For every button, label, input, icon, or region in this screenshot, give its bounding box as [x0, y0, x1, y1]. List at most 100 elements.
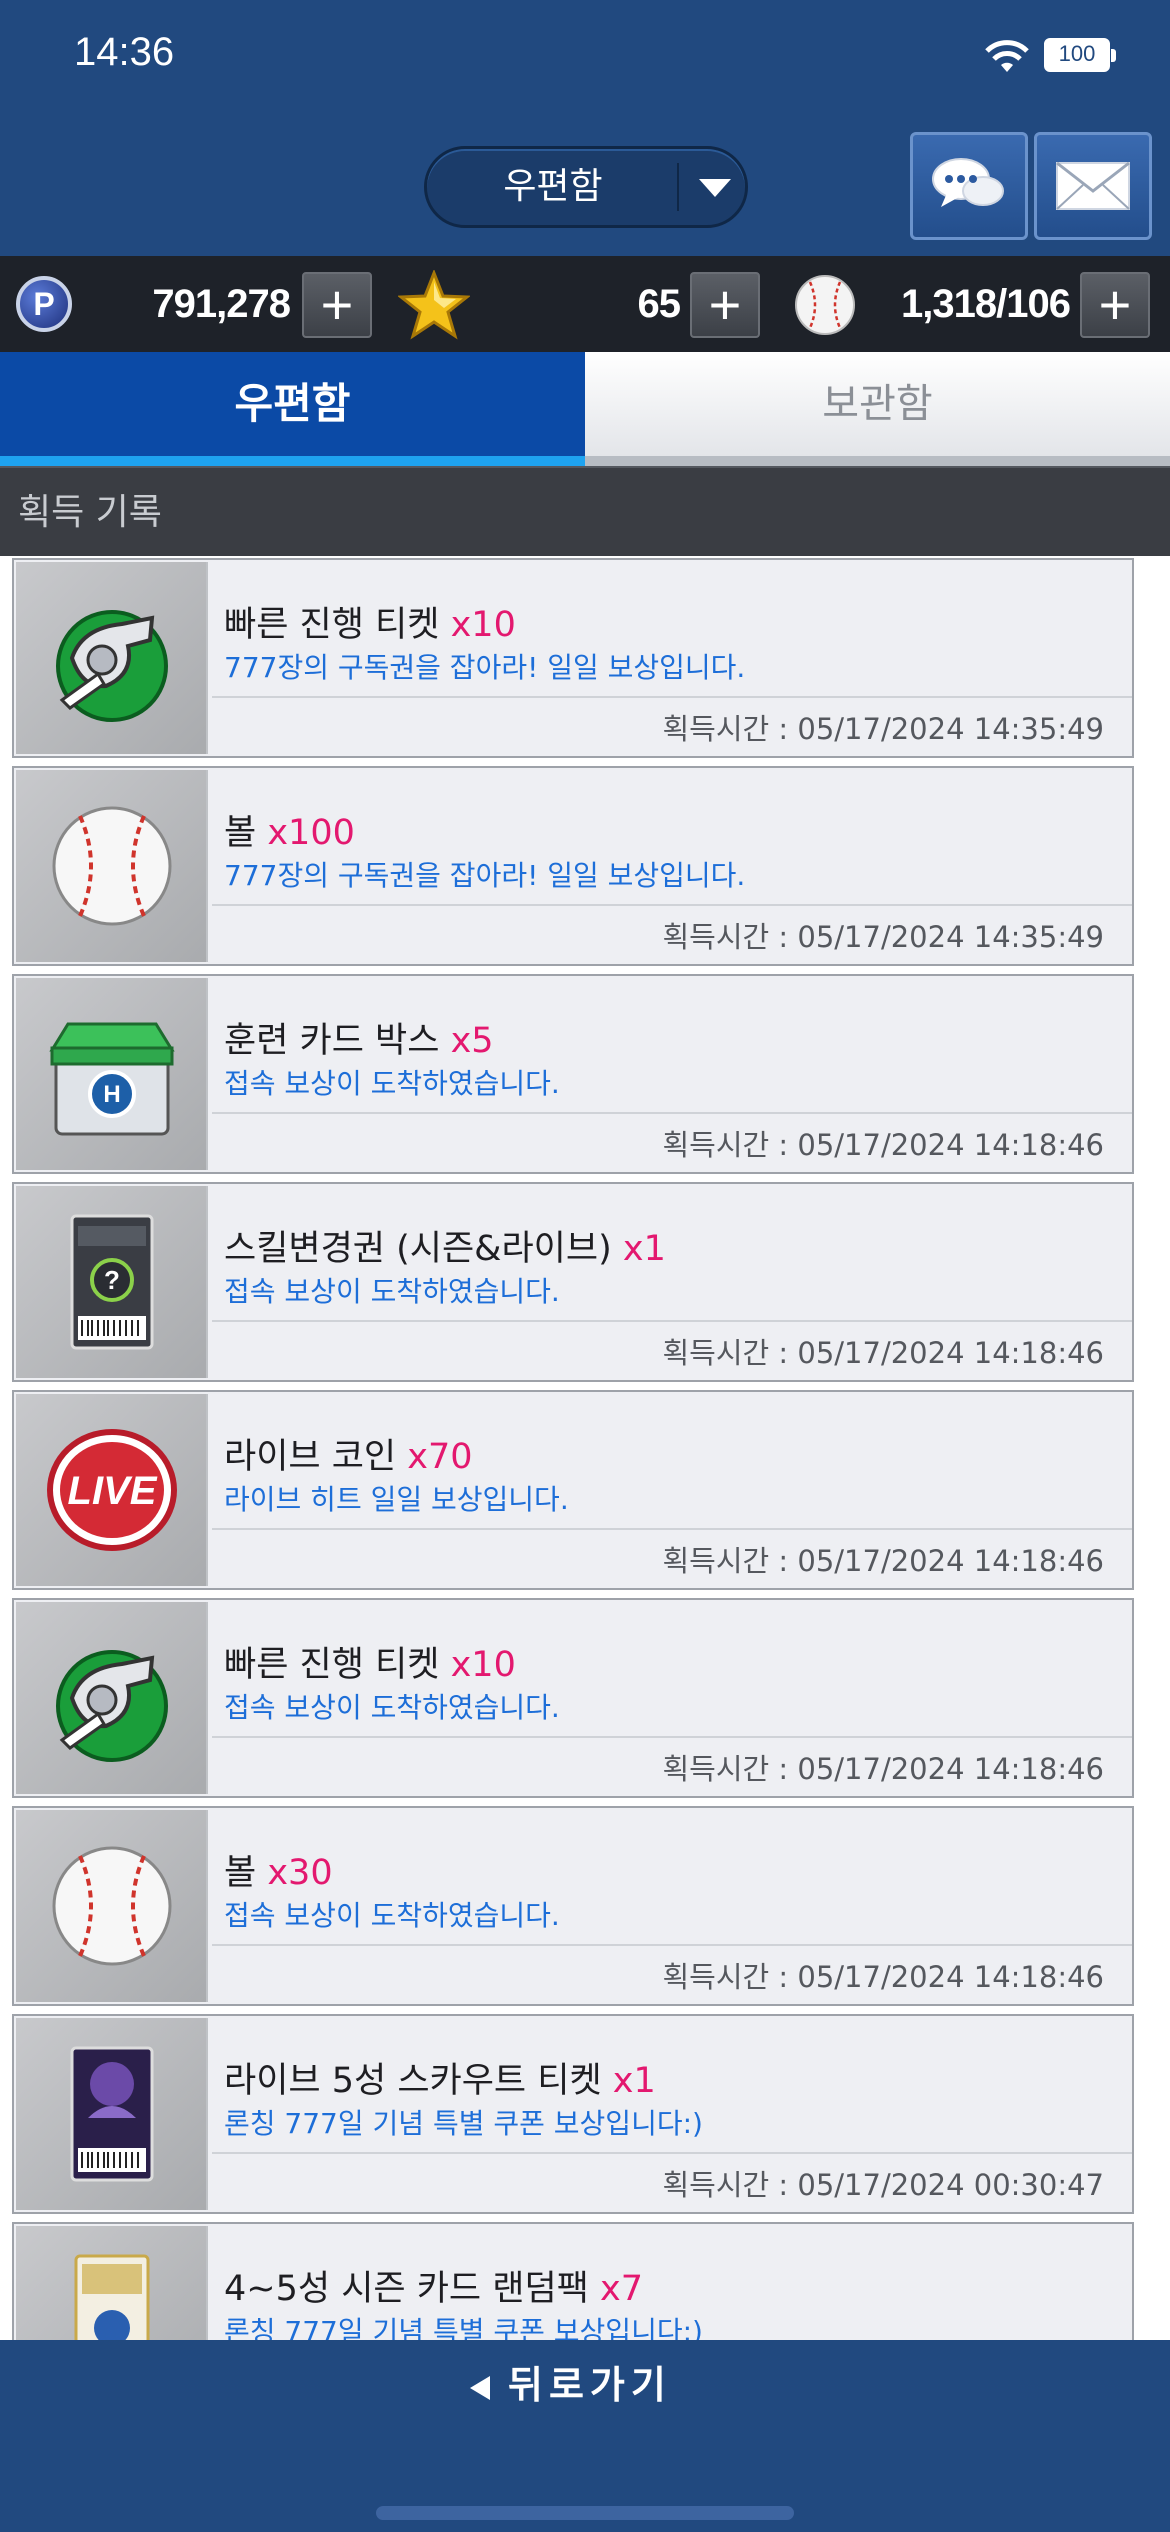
add-balls-button[interactable]: +	[1080, 272, 1150, 338]
stars-value: 65	[637, 282, 682, 326]
whistle-icon	[56, 1650, 168, 1762]
wifi-icon	[985, 40, 1029, 72]
item-thumbnail	[16, 1602, 208, 1794]
item-thumbnail: ?	[16, 1186, 208, 1378]
item-name: 빠른 진행 티켓 x10	[224, 605, 516, 645]
item-divider	[212, 1112, 1132, 1114]
item-acquired-time: 획득시간 : 05/17/2024 14:18:46	[662, 1960, 1104, 1994]
item-divider	[212, 696, 1132, 698]
item-description: 777장의 구독권을 잡아라! 일일 보상입니다.	[224, 859, 746, 892]
item-description: 론칭 777일 기념 특별 쿠폰 보상입니다:)	[224, 2315, 703, 2340]
card-pack-icon	[74, 2254, 150, 2340]
item-thumbnail	[16, 770, 208, 962]
item-name: 볼 x30	[224, 1853, 333, 1893]
item-thumbnail	[16, 2226, 208, 2340]
skill-change-ticket-icon: ?	[70, 1214, 154, 1350]
bottom-bar: 뒤로가기	[0, 2340, 1170, 2532]
item-thumbnail: H	[16, 978, 208, 1170]
item-acquired-time: 획득시간 : 05/17/2024 14:18:46	[662, 1544, 1104, 1578]
item-name: 라이브 5성 스카우트 티켓 x1	[224, 2061, 656, 2101]
item-quantity: x1	[622, 1229, 666, 1269]
item-thumbnail: LIVE	[16, 1394, 208, 1586]
point-coin-icon: P	[16, 276, 72, 332]
currency-bar: P 791,278 + 65 + 1,318/106 +	[0, 256, 1170, 352]
item-acquired-time: 획득시간 : 05/17/2024 14:35:49	[662, 920, 1104, 954]
list-item[interactable]: LIVE 라이브 코인 x70 라이브 히트 일일 보상입니다. 획득시간 : …	[12, 1390, 1134, 1590]
item-acquired-time: 획득시간 : 05/17/2024 14:18:46	[662, 1336, 1104, 1370]
item-acquired-time: 획득시간 : 05/17/2024 14:18:46	[662, 1128, 1104, 1162]
section-title: 획득 기록	[18, 492, 162, 533]
item-divider	[212, 2152, 1132, 2154]
item-name: 스킬변경권 (시즌&라이브) x1	[224, 1229, 666, 1269]
item-description: 777장의 구독권을 잡아라! 일일 보상입니다.	[224, 651, 746, 684]
home-indicator[interactable]	[376, 2506, 794, 2520]
item-divider	[212, 1320, 1132, 1322]
item-quantity: x30	[267, 1853, 333, 1893]
section-header: 획득 기록	[0, 466, 1170, 556]
status-time: 14:36	[74, 30, 175, 74]
item-quantity: x7	[599, 2269, 643, 2309]
item-acquired-time: 획득시간 : 05/17/2024 14:18:46	[662, 1752, 1104, 1786]
list-item[interactable]: 4~5성 시즌 카드 랜덤팩 x7 론칭 777일 기념 특별 쿠폰 보상입니다…	[12, 2222, 1134, 2340]
baseball-icon	[52, 1846, 172, 1966]
add-stars-button[interactable]: +	[690, 272, 760, 338]
list-item[interactable]: 빠른 진행 티켓 x10 접속 보상이 도착하였습니다. 획득시간 : 05/1…	[12, 1598, 1134, 1798]
scout-ticket-icon	[70, 2046, 154, 2182]
item-thumbnail	[16, 1810, 208, 2002]
item-acquired-time: 획득시간 : 05/17/2024 14:35:49	[662, 712, 1104, 746]
list-item[interactable]: 빠른 진행 티켓 x10 777장의 구독권을 잡아라! 일일 보상입니다. 획…	[12, 558, 1134, 758]
item-description: 접속 보상이 도착하였습니다.	[224, 1691, 560, 1724]
battery-icon: 100	[1044, 38, 1116, 72]
list-item[interactable]: 볼 x30 접속 보상이 도착하였습니다. 획득시간 : 05/17/2024 …	[12, 1806, 1134, 2006]
item-acquired-time: 획득시간 : 05/17/2024 00:30:47	[662, 2168, 1104, 2202]
item-description: 접속 보상이 도착하였습니다.	[224, 1899, 560, 1932]
tab-bar: 우편함 보관함	[0, 352, 1170, 466]
mailbox-dropdown[interactable]: 우편함	[424, 146, 748, 228]
back-label: 뒤로가기	[508, 2363, 672, 2407]
list-item[interactable]: 라이브 5성 스카우트 티켓 x1 론칭 777일 기념 특별 쿠폰 보상입니다…	[12, 2014, 1134, 2214]
item-divider	[212, 1528, 1132, 1530]
tab-mailbox[interactable]: 우편함	[0, 352, 585, 466]
item-description: 접속 보상이 도착하였습니다.	[224, 1275, 560, 1308]
item-quantity: x5	[450, 1021, 494, 1061]
training-box-icon: H	[49, 1022, 175, 1136]
whistle-icon	[56, 610, 168, 722]
envelope-icon	[1056, 161, 1130, 210]
item-quantity: x100	[267, 813, 355, 853]
item-name: 4~5성 시즌 카드 랜덤팩 x7	[224, 2269, 643, 2309]
svg-text:?: ?	[104, 1265, 120, 1295]
tab-storage[interactable]: 보관함	[585, 352, 1170, 466]
list-item[interactable]: H 훈련 카드 박스 x5 접속 보상이 도착하였습니다. 획득시간 : 05/…	[12, 974, 1134, 1174]
mail-button[interactable]	[1034, 132, 1152, 240]
svg-text:LIVE: LIVE	[68, 1469, 158, 1513]
item-name: 라이브 코인 x70	[224, 1437, 473, 1477]
list-item[interactable]: 볼 x100 777장의 구독권을 잡아라! 일일 보상입니다. 획득시간 : …	[12, 766, 1134, 966]
svg-text:H: H	[103, 1081, 120, 1108]
add-points-button[interactable]: +	[302, 272, 372, 338]
item-quantity: x10	[450, 605, 516, 645]
item-thumbnail	[16, 562, 208, 754]
back-button[interactable]: 뒤로가기	[470, 2356, 700, 2414]
item-divider	[212, 1736, 1132, 1738]
back-arrow-icon	[470, 2375, 490, 2400]
points-value: 791,278	[152, 282, 291, 326]
item-quantity: x1	[612, 2061, 656, 2101]
item-name: 볼 x100	[224, 813, 355, 853]
item-name: 빠른 진행 티켓 x10	[224, 1645, 516, 1685]
reward-list[interactable]: 빠른 진행 티켓 x10 777장의 구독권을 잡아라! 일일 보상입니다. 획…	[0, 556, 1170, 2340]
page-title: 우편함	[503, 166, 603, 207]
baseball-icon	[52, 806, 172, 926]
star-icon	[398, 270, 470, 340]
balls-value: 1,318/106	[901, 282, 1071, 326]
chevron-down-icon	[699, 179, 731, 197]
item-quantity: x70	[407, 1437, 473, 1477]
list-item[interactable]: ? 스킬변경권 (시즌&라이브) x1 접속 보상이 도착하였습니다. 획득시간…	[12, 1182, 1134, 1382]
item-quantity: x10	[450, 1645, 516, 1685]
chat-button[interactable]	[910, 132, 1028, 240]
item-description: 라이브 히트 일일 보상입니다.	[224, 1483, 569, 1516]
item-description: 접속 보상이 도착하였습니다.	[224, 1067, 560, 1100]
item-divider	[212, 904, 1132, 906]
live-coin-icon: LIVE	[47, 1429, 177, 1551]
item-thumbnail	[16, 2018, 208, 2210]
item-description: 론칭 777일 기념 특별 쿠폰 보상입니다:)	[224, 2107, 703, 2140]
